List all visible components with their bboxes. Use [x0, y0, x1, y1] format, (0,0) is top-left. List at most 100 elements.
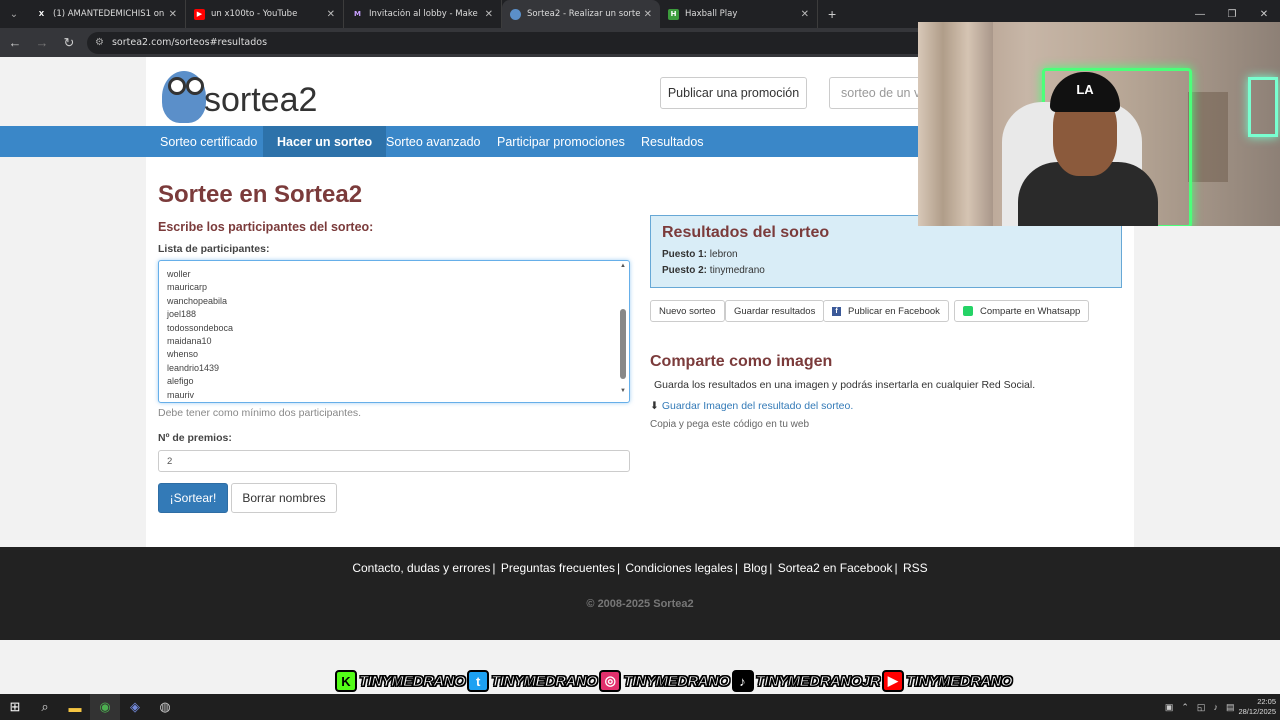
- clock[interactable]: 22:05 28/12/2025: [1238, 697, 1276, 717]
- nav-resultados[interactable]: Resultados: [627, 126, 718, 157]
- tiktok-icon: ♪: [731, 670, 754, 692]
- footer-link-blog[interactable]: Blog: [743, 561, 767, 575]
- result-place-1: Puesto 1: lebron: [662, 249, 738, 260]
- nvidia-icon[interactable]: ▣: [1165, 702, 1174, 713]
- social-handle: TINYMEDRANO: [623, 672, 731, 690]
- network-icon[interactable]: ◱: [1197, 702, 1206, 713]
- webcam-overlay: LA: [918, 22, 1280, 226]
- footer-links: Contacto, dudas y errores | Preguntas fre…: [352, 561, 928, 575]
- logo-text: sortea2: [204, 81, 318, 119]
- nav-participar-promociones[interactable]: Participar promociones: [483, 126, 639, 157]
- x-logo-icon: X: [38, 10, 45, 18]
- result-place-2: Puesto 2: tinymedrano: [662, 265, 765, 276]
- tab-title: Invitación al lobby - Make it M: [369, 9, 481, 19]
- reload-icon[interactable]: ↻: [57, 35, 81, 51]
- copyright: © 2008-2025 Sortea2: [586, 598, 694, 610]
- footer-link-contact[interactable]: Contacto, dudas y errores: [352, 561, 490, 575]
- close-tab-icon[interactable]: ✕: [485, 9, 493, 20]
- page-title: Sortee en Sortea2: [158, 181, 363, 208]
- nav-sorteo-avanzado[interactable]: Sorteo avanzado: [372, 126, 495, 157]
- participant-line: mauricarp: [167, 282, 208, 293]
- share-image-text: Guarda los resultados en una imagen y po…: [654, 379, 1036, 391]
- search-icon[interactable]: ⌕: [30, 694, 60, 720]
- notification-icon[interactable]: ▤: [1226, 702, 1235, 713]
- back-icon[interactable]: ←: [3, 35, 27, 50]
- tab-search-button[interactable]: ⌄: [0, 0, 28, 28]
- sortea2-icon: [510, 8, 521, 20]
- tab-makeit[interactable]: M Invitación al lobby - Make it M ✕: [344, 0, 502, 28]
- whatsapp-share-label: Comparte en Whatsapp: [980, 305, 1081, 317]
- close-tab-icon[interactable]: ✕: [169, 9, 177, 20]
- participants-textarea[interactable]: woller mauricarp wanchopeabila joel188 t…: [158, 260, 630, 403]
- embed-code-text: Copia y pega este código en tu web: [650, 419, 809, 430]
- close-tab-icon[interactable]: ✕: [644, 9, 652, 20]
- webcam-curtain: [918, 22, 993, 226]
- url-text: sortea2.com/sorteos#resultados: [111, 37, 268, 48]
- obs-icon[interactable]: ◍: [150, 694, 180, 720]
- tab-haxball[interactable]: H Haxball Play ✕: [660, 0, 818, 28]
- prizes-input[interactable]: 2: [158, 450, 630, 472]
- footer-link-faq[interactable]: Preguntas frecuentes: [501, 561, 615, 575]
- tab-x[interactable]: X (1) AMANTEDEMICHIS1 on X: " ✕: [28, 0, 186, 28]
- sortea2-logo[interactable]: sortea2: [160, 67, 330, 125]
- participant-line: maidana10: [167, 336, 212, 347]
- scroll-thumb[interactable]: [620, 309, 626, 379]
- forward-icon[interactable]: →: [30, 35, 54, 50]
- tab-youtube[interactable]: ▶ un x100to - YouTube ✕: [186, 0, 344, 28]
- new-draw-button[interactable]: Nuevo sorteo: [650, 300, 725, 322]
- save-image-link[interactable]: ⬇ Guardar Imagen del resultado del sorteo…: [650, 400, 853, 412]
- tab-title: un x100to - YouTube: [211, 9, 298, 19]
- textarea-scrollbar[interactable]: ▲ ▼: [619, 263, 627, 402]
- close-tab-icon[interactable]: ✕: [801, 9, 809, 20]
- participant-line: whenso: [167, 349, 199, 360]
- close-tab-icon[interactable]: ✕: [327, 9, 335, 20]
- youtube-icon: ▶: [881, 670, 904, 692]
- site-info-icon[interactable]: ⚙: [95, 37, 104, 48]
- chrome-icon[interactable]: ◉: [90, 694, 120, 720]
- participant-line: woller: [167, 269, 191, 279]
- kick-icon: K: [335, 670, 357, 692]
- participants-label: Lista de participantes:: [158, 243, 270, 255]
- windows-taskbar: ⊞ ⌕ ▬ ◉ ◈ ◍ ▣ ⌃ ◱ ♪ ▤ 22:05 28/12/2025: [0, 694, 1280, 720]
- scroll-down-icon[interactable]: ▼: [619, 388, 627, 394]
- new-tab-icon[interactable]: +: [828, 6, 836, 22]
- scroll-up-icon[interactable]: ▲: [619, 263, 627, 269]
- social-tiktok: ♪ TINYMEDRANOJR: [731, 668, 881, 694]
- discord-icon[interactable]: ◈: [120, 694, 150, 720]
- clear-names-button[interactable]: Borrar nombres: [231, 483, 337, 513]
- chevron-up-icon[interactable]: ⌃: [1181, 702, 1189, 713]
- participants-list: woller mauricarp wanchopeabila joel188 t…: [167, 268, 233, 402]
- social-handle: TINYMEDRANO: [491, 672, 599, 690]
- publish-promo-button[interactable]: Publicar una promoción: [660, 77, 807, 109]
- save-image-label: Guardar Imagen del resultado del sorteo.: [661, 400, 854, 412]
- url-field[interactable]: ⚙ sortea2.com/sorteos#resultados: [87, 31, 987, 54]
- clock-date: 28/12/2025: [1238, 707, 1276, 716]
- twitter-icon: t: [467, 670, 490, 692]
- facebook-share-button[interactable]: f Publicar en Facebook: [823, 300, 949, 322]
- participant-line: wanchopeabila: [167, 295, 228, 306]
- results-title: Resultados del sorteo: [662, 224, 830, 241]
- system-tray: ▣ ⌃ ◱ ♪ ▤ 22:05 28/12/2025: [1161, 694, 1280, 720]
- tab-title: Haxball Play: [685, 9, 738, 19]
- social-overlay: K TINYMEDRANO t TINYMEDRANO ◎ TINYMEDRANO ♪…: [335, 667, 1014, 695]
- instagram-icon: ◎: [599, 670, 622, 692]
- whatsapp-icon: [963, 306, 973, 316]
- footer-link-rss[interactable]: RSS: [903, 561, 928, 575]
- participant-line: mauriv: [167, 389, 195, 400]
- tab-title: (1) AMANTEDEMICHIS1 on X: ": [53, 9, 165, 19]
- social-handle: TINYMEDRANO: [358, 672, 466, 690]
- file-explorer-icon[interactable]: ▬: [60, 694, 90, 720]
- whatsapp-share-button[interactable]: Comparte en Whatsapp: [954, 300, 1090, 322]
- youtube-icon: ▶: [194, 8, 205, 20]
- site-search-input[interactable]: sorteo de un vi: [829, 77, 929, 109]
- save-results-button[interactable]: Guardar resultados: [725, 300, 825, 322]
- windows-start-icon[interactable]: ⊞: [0, 694, 30, 720]
- footer-link-legal[interactable]: Condiciones legales: [625, 561, 732, 575]
- sortear-button[interactable]: ¡Sortear!: [158, 483, 228, 513]
- volume-icon[interactable]: ♪: [1213, 702, 1218, 712]
- nav-hacer-sorteo[interactable]: Hacer un sorteo: [263, 126, 387, 157]
- social-instagram: ◎ TINYMEDRANO: [599, 668, 731, 694]
- tab-sortea2[interactable]: Sortea2 - Realizar un sorteo ✕: [502, 0, 660, 28]
- footer-link-facebook[interactable]: Sortea2 en Facebook: [778, 561, 893, 575]
- nav-sorteo-certificado[interactable]: Sorteo certificado: [146, 126, 271, 157]
